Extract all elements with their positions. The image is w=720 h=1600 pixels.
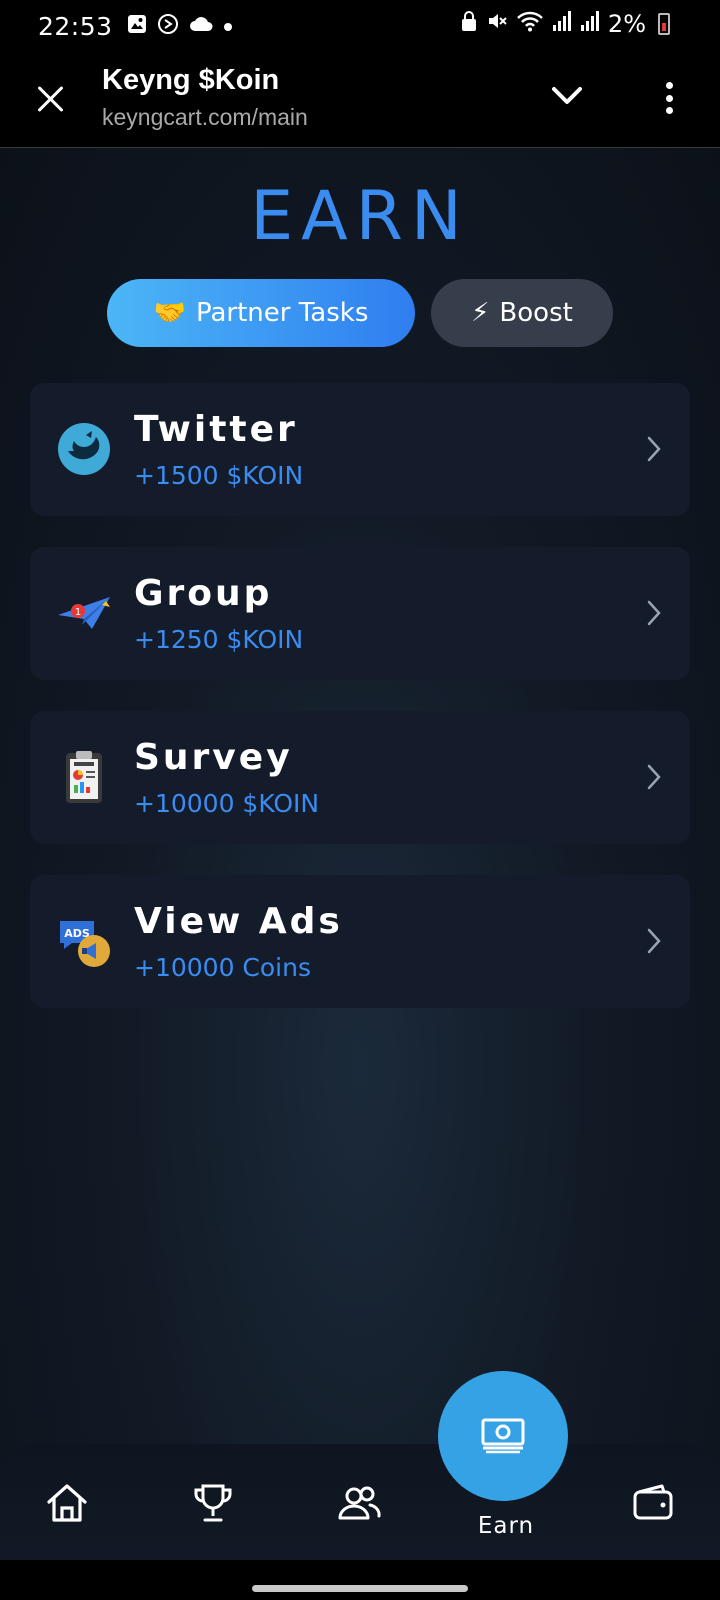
page-title: EARN (250, 177, 470, 256)
task-survey[interactable]: Survey +10000 $KOIN (30, 711, 690, 844)
status-system-icons: 2% (460, 10, 670, 38)
status-time: 22:53 (38, 11, 113, 41)
task-view-ads[interactable]: ADS View Ads +10000 Coins (30, 875, 690, 1008)
svg-text:1: 1 (75, 607, 81, 618)
task-group[interactable]: 1 Group +1250 $KOIN (30, 547, 690, 680)
task-reward: +10000 $KOIN (134, 789, 320, 818)
sync-icon (157, 13, 179, 39)
chevron-right-icon (646, 927, 662, 955)
close-icon[interactable] (30, 78, 70, 118)
chevron-right-icon (646, 599, 662, 627)
browser-header: Keyng $Koin keyngcart.com/main (0, 52, 720, 148)
image-icon (127, 14, 147, 38)
browser-url[interactable]: keyngcart.com/main (102, 104, 308, 131)
home-indicator[interactable] (252, 1585, 468, 1592)
wallet-icon[interactable] (630, 1480, 676, 1526)
earn-page: EARN 🤝 Partner Tasks ⚡ Boost Twitter +15… (0, 149, 720, 1560)
task-title: Group (134, 573, 273, 614)
signal-icon (580, 10, 600, 38)
paper-plane-icon: 1 (56, 585, 112, 641)
earn-button[interactable] (438, 1371, 568, 1501)
money-icon (480, 1414, 526, 1458)
lightning-icon: ⚡ (471, 298, 490, 328)
trophy-icon[interactable] (190, 1480, 236, 1526)
browser-title: Keyng $Koin (102, 64, 280, 96)
cloud-icon (189, 15, 213, 37)
task-reward: +1250 $KOIN (134, 625, 304, 654)
bottom-nav (0, 1444, 720, 1574)
task-twitter[interactable]: Twitter +1500 $KOIN (30, 383, 690, 516)
clipboard-survey-icon (56, 749, 112, 805)
earn-tabs: 🤝 Partner Tasks ⚡ Boost (107, 279, 613, 347)
tab-label: Partner Tasks (195, 298, 369, 328)
task-reward: +1500 $KOIN (134, 461, 304, 490)
lock-icon (460, 10, 478, 38)
task-title: View Ads (134, 901, 343, 942)
battery-icon (658, 13, 670, 35)
tab-partner-tasks[interactable]: 🤝 Partner Tasks (107, 279, 415, 347)
dot-icon (223, 17, 233, 36)
tab-boost[interactable]: ⚡ Boost (431, 279, 613, 347)
battery-text: 2% (607, 10, 646, 38)
friends-icon[interactable] (336, 1480, 382, 1526)
handshake-icon: 🤝 (153, 298, 186, 328)
tab-label: Boost (499, 298, 573, 328)
wifi-icon (516, 10, 544, 38)
ads-megaphone-icon: ADS (56, 913, 112, 969)
twitter-bird-icon (56, 421, 112, 477)
earn-nav-label: Earn (477, 1513, 535, 1539)
home-icon[interactable] (44, 1480, 90, 1526)
chevron-right-icon (646, 763, 662, 791)
task-title: Twitter (134, 409, 298, 450)
system-nav-bar (0, 1560, 720, 1600)
mute-icon (486, 10, 508, 38)
status-notification-icons (127, 13, 233, 39)
task-reward: +10000 Coins (134, 953, 311, 982)
status-bar: 22:53 2% (0, 0, 720, 52)
task-title: Survey (134, 737, 293, 778)
more-options-icon[interactable] (654, 78, 684, 118)
chevron-down-icon[interactable] (550, 80, 584, 110)
chevron-right-icon (646, 435, 662, 463)
signal-icon (552, 10, 572, 38)
